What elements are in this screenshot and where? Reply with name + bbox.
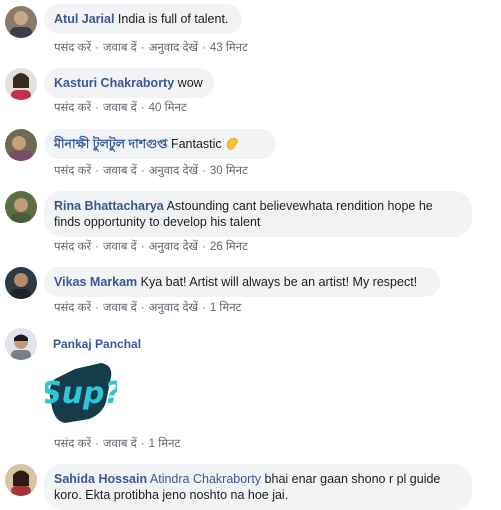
- sup-sticker: Sup?: [40, 357, 122, 427]
- like-button[interactable]: पसंद करें: [54, 302, 91, 314]
- avatar[interactable]: [5, 6, 37, 38]
- sticker-text: Sup?: [45, 376, 117, 411]
- avatar-image: [5, 6, 37, 38]
- comment-text: Fantastic: [170, 137, 222, 151]
- translate-button[interactable]: अनुवाद देखें: [149, 42, 198, 54]
- like-button[interactable]: पसंद करें: [54, 241, 91, 253]
- comment-bubble: Kasturi Chakraborty wow: [44, 68, 214, 98]
- comment-text: bhai enar gaan shono r pl guide: [264, 472, 441, 486]
- timestamp[interactable]: 43 मिनट: [210, 42, 248, 54]
- comment-bubble: Atul Jarial India is full of talent.: [44, 4, 242, 34]
- avatar[interactable]: [5, 129, 37, 161]
- avatar[interactable]: [5, 464, 37, 496]
- reply-button[interactable]: जवाब दें: [103, 302, 137, 314]
- comment-actions: पसंद करें · जवाब दें · अनुवाद देखें · 30 मिनट: [54, 165, 248, 177]
- comment-actions: पसंद करें · जवाब दें · 1 मिनट: [54, 438, 181, 450]
- commenter-name[interactable]: Pankaj Panchal: [53, 337, 141, 351]
- comment-bubble: Sahida Hossain Atindra Chakraborty bhai …: [44, 464, 472, 510]
- reply-button[interactable]: जवाब दें: [103, 42, 137, 54]
- timestamp[interactable]: 1 मिनट: [149, 438, 181, 450]
- comment-actions: पसंद करें · जवाब दें · अनुवाद देखें · 1 मिनट: [54, 302, 242, 314]
- like-button[interactable]: पसंद करें: [54, 438, 91, 450]
- mention-link[interactable]: Atindra Chakraborty: [150, 472, 261, 486]
- avatar[interactable]: [5, 267, 37, 299]
- translate-button[interactable]: अनुवाद देखें: [149, 165, 198, 177]
- commenter-name[interactable]: Vikas Markam: [54, 275, 137, 289]
- like-button[interactable]: पसंद करें: [54, 165, 91, 177]
- commenter-name[interactable]: Rina Bhattacharya: [54, 199, 164, 213]
- translate-button[interactable]: अनुवाद देखें: [149, 302, 198, 314]
- translate-button[interactable]: अनुवाद देखें: [149, 241, 198, 253]
- avatar[interactable]: [5, 68, 37, 100]
- comment-text-continued: koro. Ekta protibha jeno noshto na hoe j…: [54, 488, 289, 502]
- avatar-image: [5, 328, 37, 360]
- comment-bubble: Vikas Markam Kya bat! Artist will always…: [44, 267, 440, 297]
- comment-text-continued: finds opportunity to develop his talent: [54, 215, 261, 229]
- sticker-image: Sup?: [40, 363, 122, 423]
- commenter-name[interactable]: Atul Jarial: [54, 12, 114, 26]
- avatar-image: [5, 464, 37, 496]
- commenter-name[interactable]: মীনাক্ষী টুলটুল দাশগুপ্ত: [54, 137, 167, 151]
- comment-text: Kya bat! Artist will always be an artist…: [140, 275, 418, 289]
- timestamp[interactable]: 26 मिनट: [210, 241, 248, 253]
- timestamp[interactable]: 1 मिनट: [210, 302, 242, 314]
- avatar[interactable]: [5, 191, 37, 223]
- avatar-image: [5, 68, 37, 100]
- avatar[interactable]: [5, 328, 37, 360]
- comment-actions: पसंद करें · जवाब दें · अनुवाद देखें · 26 मिनट: [54, 241, 248, 253]
- reply-button[interactable]: जवाब दें: [103, 102, 137, 114]
- avatar-image: [5, 129, 37, 161]
- comment-text: wow: [177, 76, 203, 90]
- comment-bubble: মীনাক্ষী টুলটুল দাশগুপ্ত Fantastic: [44, 129, 276, 159]
- comment-actions: पसंद करें · जवाब दें · अनुवाद देखें · 43 मिनट: [54, 42, 248, 54]
- clapping-hands-icon: [226, 137, 238, 150]
- reply-button[interactable]: जवाब दें: [103, 438, 137, 450]
- avatar-image: [5, 267, 37, 299]
- timestamp[interactable]: 40 मिनट: [149, 102, 187, 114]
- commenter-name[interactable]: Kasturi Chakraborty: [54, 76, 174, 90]
- comment-text: India is full of talent.: [117, 12, 229, 26]
- reply-button[interactable]: जवाब दें: [103, 165, 137, 177]
- comment-bubble: Rina Bhattacharya Astounding cant believ…: [44, 191, 472, 237]
- commenter-name[interactable]: Sahida Hossain: [54, 472, 147, 486]
- avatar-image: [5, 191, 37, 223]
- like-button[interactable]: पसंद करें: [54, 102, 91, 114]
- reply-button[interactable]: जवाब दें: [103, 241, 137, 253]
- comment-text: Astounding cant believewhata rendition h…: [166, 199, 433, 213]
- like-button[interactable]: पसंद करें: [54, 42, 91, 54]
- timestamp[interactable]: 30 मिनट: [210, 165, 248, 177]
- comment-actions: पसंद करें · जवाब दें · 40 मिनट: [54, 102, 187, 114]
